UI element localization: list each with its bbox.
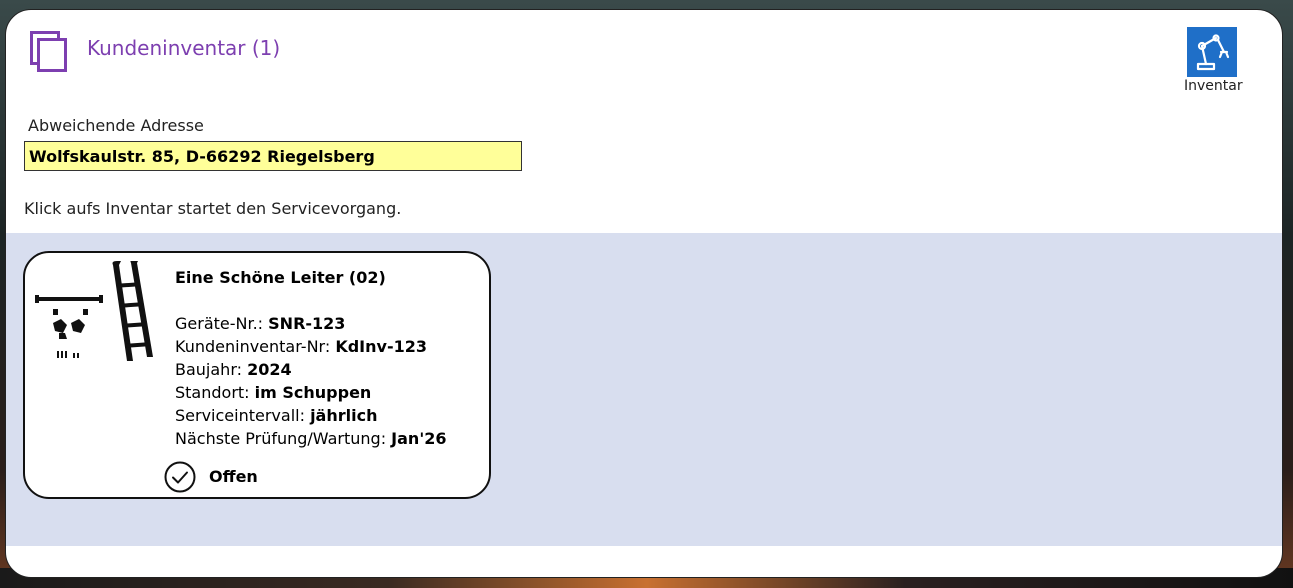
serviceintervall-row: Serviceintervall: jährlich — [175, 406, 378, 425]
inventory-card[interactable]: Eine Schöne Leiter (02) Geräte-Nr.: SNR-… — [23, 251, 491, 499]
kundeninventar-nr-row: Kundeninventar-Nr: KdInv-123 — [175, 337, 427, 356]
address-label: Abweichende Adresse — [28, 116, 204, 135]
item-title: Eine Schöne Leiter (02) — [175, 268, 386, 287]
inventory-list: Eine Schöne Leiter (02) Geräte-Nr.: SNR-… — [6, 233, 1282, 546]
item-details: Geräte-Nr.: SNR-123 Kundeninventar-Nr: K… — [175, 312, 446, 450]
baujahr-row: Baujahr: 2024 — [175, 360, 292, 379]
hint-text: Klick aufs Inventar startet den Servicev… — [24, 199, 402, 218]
page-title: Kundeninventar (1) — [87, 36, 281, 60]
inventar-button[interactable]: Inventar — [1184, 27, 1243, 94]
standort-row: Standort: im Schuppen — [175, 383, 372, 402]
inventory-panel: Kundeninventar (1) Inventar Abweichende … — [5, 9, 1283, 578]
naechste-pruefung-row: Nächste Prüfung/Wartung: Jan'26 — [175, 429, 447, 448]
inventar-button-label: Inventar — [1184, 78, 1243, 94]
stacked-pages-icon — [30, 31, 70, 75]
ladder-image — [35, 261, 153, 361]
geraete-nr-row: Geräte-Nr.: SNR-123 — [175, 314, 346, 333]
check-circle-icon — [164, 461, 196, 493]
status-label: Offen — [209, 467, 258, 486]
robot-arm-icon — [1196, 34, 1230, 71]
address-field[interactable]: Wolfskaulstr. 85, D-66292 Riegelsberg — [24, 141, 522, 171]
